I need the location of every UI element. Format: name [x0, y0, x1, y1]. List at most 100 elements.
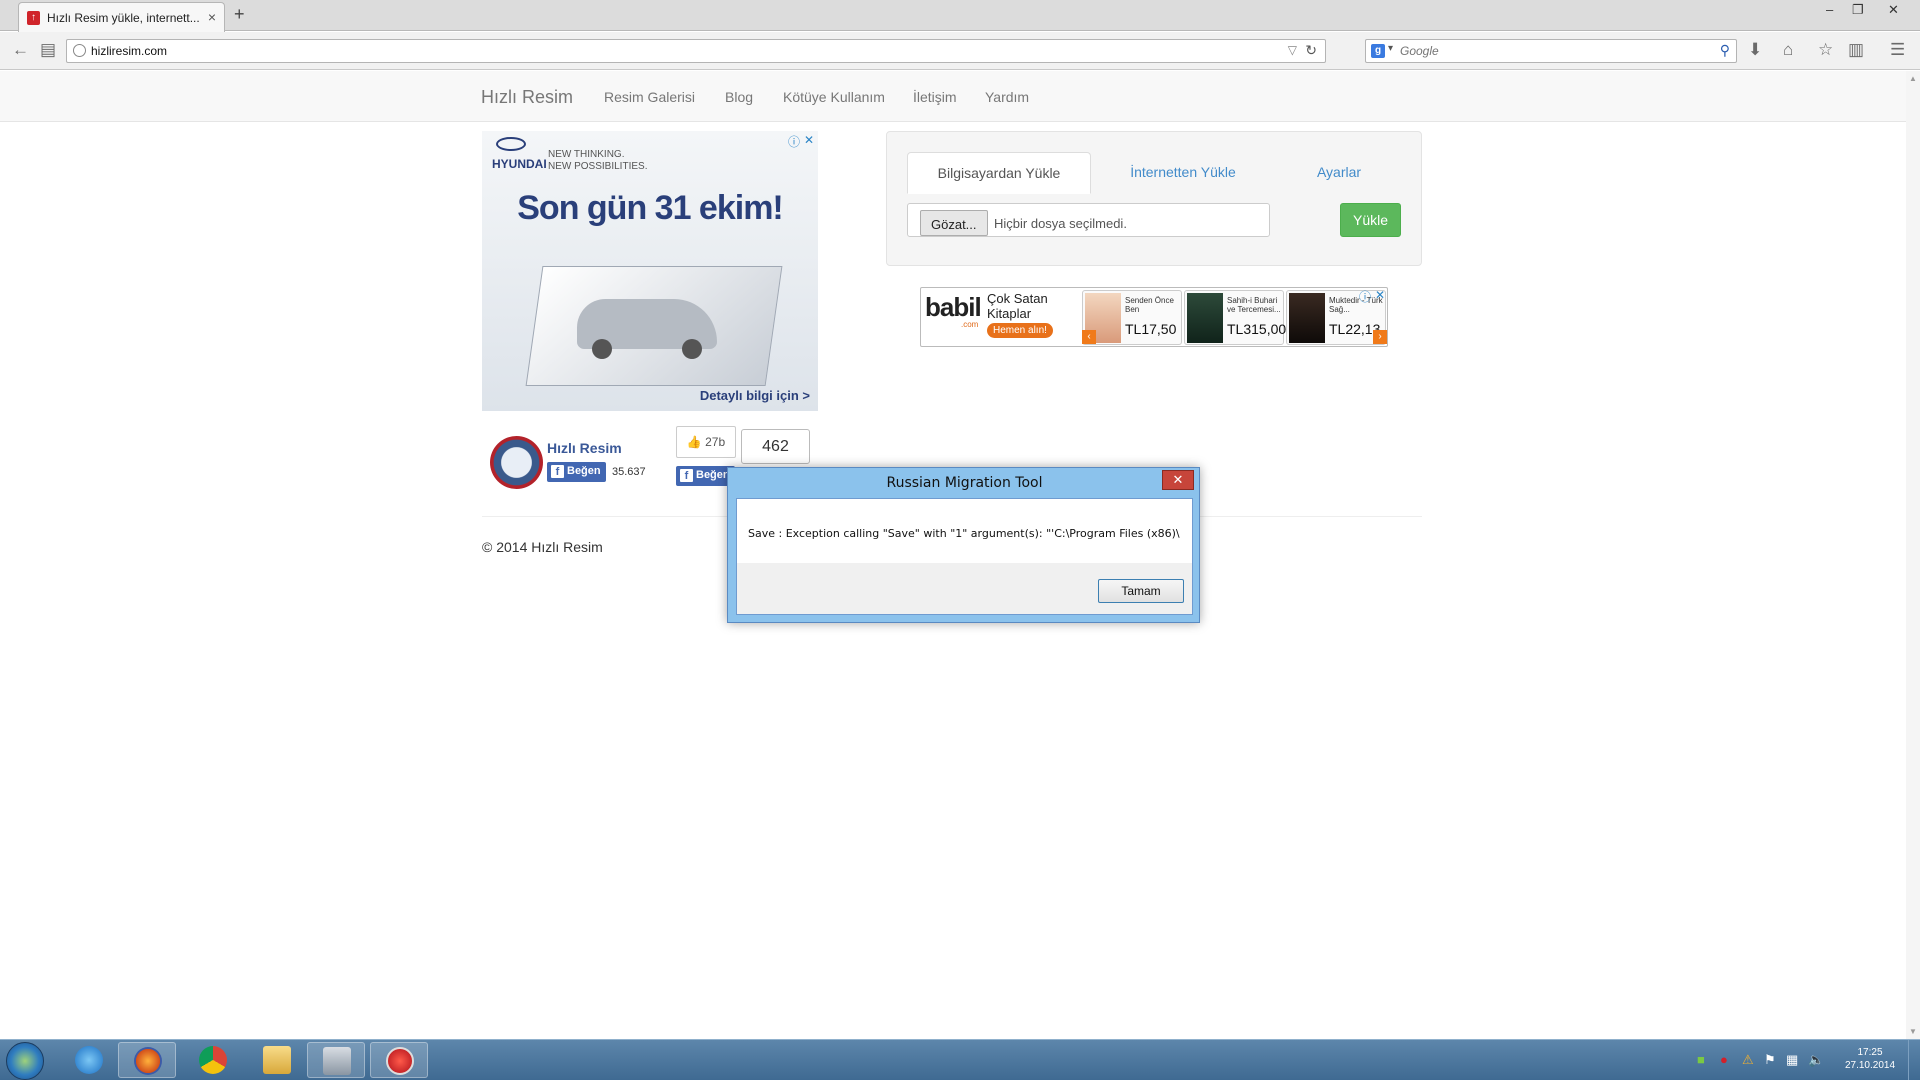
nav-blog[interactable]: Blog: [725, 89, 753, 105]
bookmarks-list-icon[interactable]: ▥: [1848, 40, 1864, 60]
hyundai-ad[interactable]: HYUNDAI NEW THINKING. NEW POSSIBILITIES.…: [482, 131, 818, 411]
book-item[interactable]: Senden Önce Ben TL17,50: [1082, 290, 1182, 345]
fb-like-label-2: Beğen: [696, 469, 730, 481]
book-cover-image: [1289, 293, 1325, 343]
show-desktop-button[interactable]: [1908, 1040, 1920, 1080]
ad-close-icon[interactable]: ✕: [1375, 288, 1385, 302]
ad-tagline: NEW THINKING. NEW POSSIBILITIES.: [548, 149, 688, 173]
dialog-ok-button[interactable]: Tamam: [1098, 579, 1184, 603]
tab-internetten-yukle[interactable]: İnternetten Yükle: [1091, 152, 1275, 194]
babil-cta-button[interactable]: Hemen alın!: [987, 323, 1053, 338]
fb-like-label: Beğen: [567, 465, 601, 477]
scroll-up-icon[interactable]: ▲: [1909, 74, 1917, 83]
url-dropdown-icon[interactable]: ▽: [1288, 43, 1297, 57]
upload-button[interactable]: Yükle: [1340, 203, 1401, 237]
facebook-icon: f: [551, 465, 564, 478]
globe-icon: [73, 44, 86, 57]
nav-resim-galerisi[interactable]: Resim Galerisi: [604, 89, 695, 105]
page-scrollbar[interactable]: ▲ ▼: [1906, 71, 1920, 1039]
book-title: Sahih-i Buhari ve Tercemesi...: [1227, 296, 1281, 314]
google-engine-icon[interactable]: g: [1371, 44, 1385, 58]
tab-close-icon[interactable]: ×: [208, 9, 216, 25]
flag-tray-icon[interactable]: ⚑: [1764, 1052, 1776, 1068]
page-info-icon[interactable]: ▤: [40, 40, 56, 60]
carousel-prev-icon[interactable]: ‹: [1082, 330, 1096, 344]
home-icon[interactable]: ⌂: [1783, 40, 1793, 60]
file-input[interactable]: Gözat... Hiçbir dosya seçilmedi.: [907, 203, 1270, 237]
app-window-icon: [323, 1047, 351, 1075]
network-tray-icon[interactable]: ▦: [1786, 1052, 1798, 1068]
tab-bilgisayardan-yukle[interactable]: Bilgisayardan Yükle: [907, 152, 1091, 194]
upload-panel: Bilgisayardan Yükle İnternetten Yükle Ay…: [886, 131, 1422, 266]
tab-ayarlar[interactable]: Ayarlar: [1275, 152, 1403, 194]
taskbar-explorer[interactable]: [248, 1042, 306, 1078]
error-dialog: Russian Migration Tool ✕ Save : Exceptio…: [727, 467, 1200, 623]
nav-yardim[interactable]: Yardım: [985, 89, 1029, 105]
facebook-icon: f: [680, 469, 693, 482]
minimize-button[interactable]: –: [1826, 2, 1833, 17]
url-text[interactable]: hizliresim.com: [91, 44, 167, 58]
browse-button[interactable]: Gözat...: [920, 210, 988, 236]
thumb-like-box[interactable]: 👍 27b: [676, 426, 736, 458]
restore-button[interactable]: ❐: [1852, 2, 1864, 18]
browser-tab[interactable]: ↑ Hızlı Resim yükle, internett... ×: [18, 2, 225, 32]
reload-icon[interactable]: ↻: [1305, 42, 1317, 59]
babil-ad[interactable]: babil .com Çok Satan Kitaplar Hemen alın…: [920, 287, 1388, 347]
ad-cta[interactable]: Detaylı bilgi için >: [700, 388, 810, 403]
fb-like-count: 35.637: [612, 466, 646, 478]
dialog-close-button[interactable]: ✕: [1162, 470, 1194, 490]
taskbar-recorder[interactable]: [370, 1042, 428, 1078]
taskbar-chrome[interactable]: [184, 1042, 242, 1078]
adchoices-icon[interactable]: ⓘ: [788, 133, 800, 150]
bookmark-star-icon[interactable]: ☆: [1818, 40, 1833, 60]
fb-like-button[interactable]: f Beğen: [547, 462, 606, 482]
new-tab-button[interactable]: +: [234, 4, 245, 25]
browser-nav-bar: ← ▤ hizliresim.com ▽ ↻ g ▾ ⚲ ⬇ ⌂ ☆ ▥ ☰: [0, 32, 1920, 70]
taskbar-firefox[interactable]: [118, 1042, 176, 1078]
thumb-count: 27b: [705, 435, 726, 449]
site-brand[interactable]: Hızlı Resim: [481, 87, 573, 108]
record-icon: [386, 1047, 414, 1075]
thumbs-up-icon: 👍: [686, 435, 702, 449]
engine-dropdown-icon[interactable]: ▾: [1388, 43, 1393, 54]
search-input[interactable]: [1400, 43, 1700, 59]
footer-copyright: © 2014 Hızlı Resim: [482, 539, 603, 555]
nav-iletisim[interactable]: İletişim: [913, 89, 957, 105]
book-item[interactable]: Sahih-i Buhari ve Tercemesi... TL315,00: [1184, 290, 1286, 345]
babil-title: Çok Satan Kitaplar: [987, 291, 1048, 321]
clock-date: 27.10.2014: [1844, 1060, 1896, 1071]
file-status: Hiçbir dosya seçilmedi.: [994, 216, 1127, 231]
ad-logo: HYUNDAI: [492, 157, 547, 171]
download-icon[interactable]: ⬇: [1748, 40, 1762, 60]
dialog-title: Russian Migration Tool: [886, 475, 1043, 491]
search-bar[interactable]: g ▾ ⚲: [1365, 39, 1737, 63]
car-wheel: [592, 339, 612, 359]
fb-like-button-2[interactable]: f Beğen: [676, 466, 735, 486]
warning-tray-icon[interactable]: ⚠: [1742, 1052, 1754, 1068]
menu-icon[interactable]: ☰: [1890, 40, 1905, 60]
ad-headline: Son gün 31 ekim!: [517, 189, 784, 227]
volume-icon[interactable]: 🔈: [1808, 1052, 1824, 1068]
nvidia-tray-icon[interactable]: ■: [1697, 1052, 1705, 1067]
browser-tab-bar: ↑ Hızlı Resim yükle, internett... × + – …: [0, 0, 1920, 32]
taskbar-app[interactable]: [307, 1042, 365, 1078]
adchoices-icon[interactable]: ⓘ: [1359, 288, 1371, 305]
book-price: TL17,50: [1125, 321, 1177, 337]
scroll-down-icon[interactable]: ▼: [1909, 1027, 1917, 1036]
book-title: Senden Önce Ben: [1125, 296, 1174, 314]
window-close-button[interactable]: ✕: [1888, 2, 1899, 18]
fb-page-name[interactable]: Hızlı Resim: [547, 440, 622, 456]
page-avatar[interactable]: [490, 436, 543, 489]
ad-close-icon[interactable]: ✕: [804, 133, 814, 147]
back-icon[interactable]: ←: [12, 40, 29, 60]
url-bar[interactable]: hizliresim.com ▽ ↻: [66, 39, 1326, 63]
carousel-next-icon[interactable]: ›: [1373, 330, 1387, 344]
start-button-icon[interactable]: [6, 1042, 44, 1080]
nav-kotuye-kullanim[interactable]: Kötüye Kullanım: [783, 89, 885, 105]
record-tray-icon[interactable]: ●: [1720, 1052, 1728, 1067]
taskbar-clock[interactable]: 17:25 27.10.2014: [1835, 1046, 1905, 1072]
firefox-icon: [134, 1047, 162, 1075]
search-icon[interactable]: ⚲: [1720, 42, 1730, 59]
folder-icon: [263, 1046, 291, 1074]
taskbar-ie[interactable]: [60, 1042, 118, 1078]
